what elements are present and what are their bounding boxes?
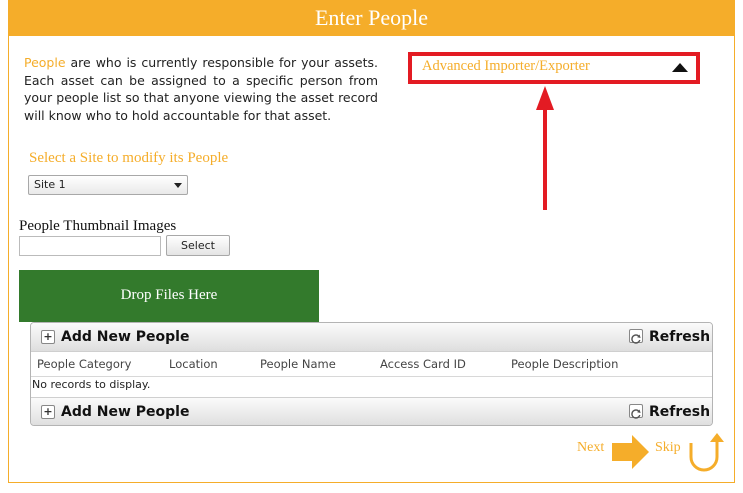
- grid-toolbar-bottom: + Add New People Refresh: [31, 397, 712, 425]
- intro-keyword: People: [24, 55, 66, 70]
- refresh-button[interactable]: Refresh: [649, 329, 710, 345]
- select-file-button[interactable]: Select: [166, 235, 230, 256]
- annotation-arrow-head: [536, 86, 554, 110]
- page-title: Enter People: [8, 0, 735, 36]
- advanced-importer-label: Advanced Importer/Exporter: [422, 58, 590, 74]
- plus-icon[interactable]: +: [41, 405, 55, 419]
- column-header-people-description[interactable]: People Description: [511, 357, 618, 371]
- thumbnail-file-input[interactable]: [19, 236, 161, 256]
- next-link[interactable]: Next: [577, 440, 604, 456]
- site-select-label: Select a Site to modify its People: [29, 150, 229, 166]
- skip-u-turn-icon[interactable]: [686, 431, 726, 473]
- intro-text: People are who is currently responsible …: [24, 54, 378, 124]
- column-header-people-category[interactable]: People Category: [37, 357, 131, 371]
- column-header-location[interactable]: Location: [169, 357, 218, 371]
- plus-icon[interactable]: +: [41, 330, 55, 344]
- refresh-button-bottom[interactable]: Refresh: [649, 404, 710, 420]
- refresh-icon-glyph: [631, 409, 641, 419]
- column-header-access-card-id[interactable]: Access Card ID: [380, 357, 466, 371]
- grid-toolbar-top: + Add New People Refresh: [31, 323, 712, 352]
- site-select-value: Site 1: [34, 178, 66, 191]
- advanced-importer-toggle[interactable]: Advanced Importer/Exporter: [408, 52, 700, 84]
- grid-column-headers: People Category Location People Name Acc…: [31, 351, 712, 377]
- people-grid: + Add New People Refresh People Category…: [30, 322, 713, 426]
- refresh-icon[interactable]: [629, 404, 643, 419]
- skip-link[interactable]: Skip: [655, 440, 681, 456]
- no-records-message: No records to display.: [32, 378, 151, 391]
- refresh-icon[interactable]: [629, 329, 643, 344]
- refresh-icon-glyph: [631, 334, 641, 344]
- chevron-down-icon: [174, 183, 182, 188]
- thumbnail-images-label: People Thumbnail Images: [19, 218, 177, 234]
- next-arrow-icon[interactable]: [612, 433, 650, 471]
- collapse-triangle-icon[interactable]: [672, 63, 688, 72]
- add-new-people-button[interactable]: Add New People: [61, 329, 189, 345]
- site-select[interactable]: Site 1: [28, 175, 188, 195]
- intro-body: are who is currently responsible for you…: [24, 55, 378, 123]
- annotation-arrow-icon: [536, 86, 554, 210]
- add-new-people-button-bottom[interactable]: Add New People: [61, 404, 189, 420]
- column-header-people-name[interactable]: People Name: [260, 357, 336, 371]
- drop-files-zone[interactable]: Drop Files Here: [19, 270, 319, 322]
